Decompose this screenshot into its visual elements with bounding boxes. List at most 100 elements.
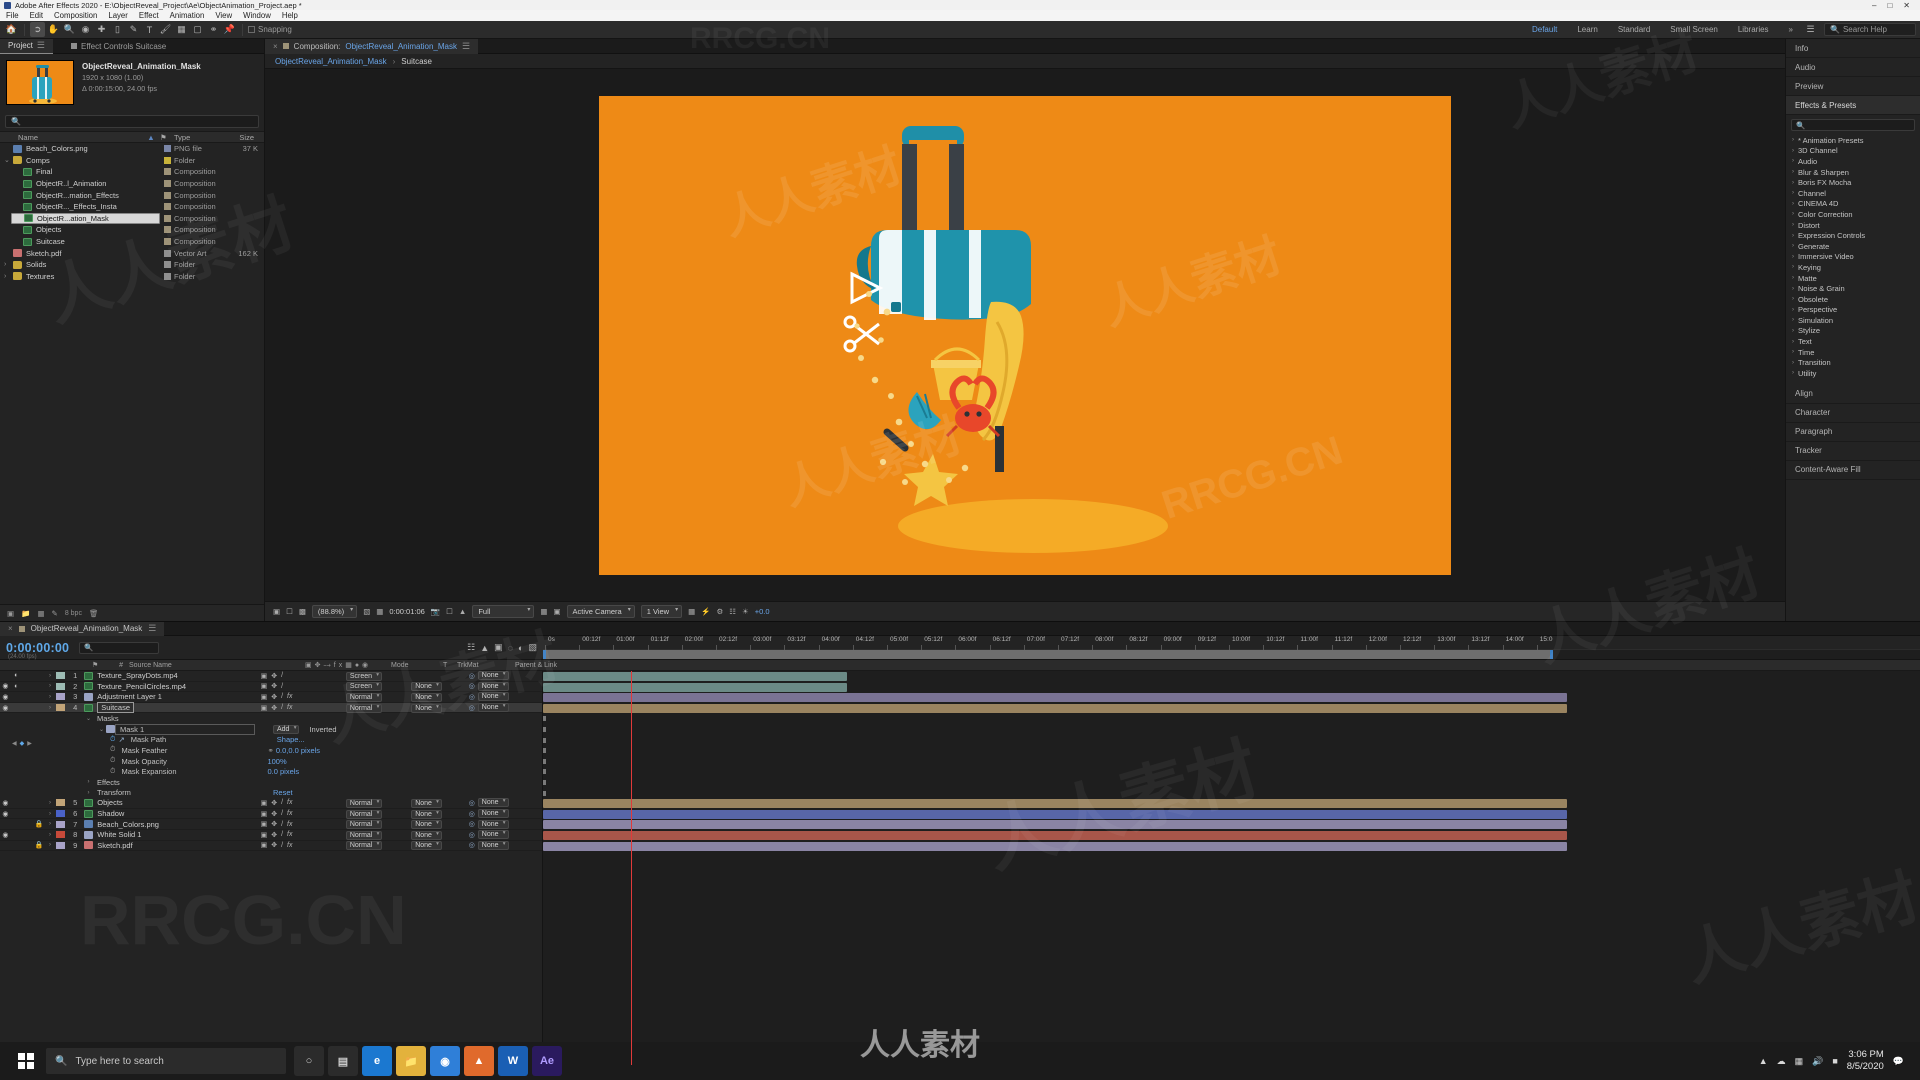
current-time-display[interactable]: 0:00:00:00 bbox=[6, 641, 69, 655]
project-list-item[interactable]: ObjectR...mation_Effects Composition bbox=[0, 189, 264, 201]
visibility-toggle-icon[interactable]: ◉ bbox=[0, 810, 11, 818]
project-item-name[interactable]: Textures bbox=[11, 272, 160, 281]
visibility-toggle-icon[interactable]: ◉ bbox=[0, 682, 11, 690]
roto-brush-tool-icon[interactable]: ⚭ bbox=[206, 22, 221, 37]
project-item-name[interactable]: Solids bbox=[11, 260, 160, 269]
layer-duration-bar[interactable] bbox=[543, 831, 1567, 840]
layer-switches[interactable]: ▣ ✥ / fx bbox=[257, 820, 342, 829]
mask-color-swatch[interactable] bbox=[106, 725, 115, 734]
interpret-footage-icon[interactable]: ▣ bbox=[7, 609, 14, 618]
quality-icon[interactable]: / bbox=[281, 799, 283, 806]
battery-icon[interactable]: ■ bbox=[1832, 1056, 1837, 1066]
draft-3d-icon[interactable]: ▲ bbox=[480, 643, 489, 653]
timeline-layer-row[interactable]: ◐ › 1 Texture_SprayDots.mp4 ▣✥ / Screen ◎None bbox=[0, 671, 542, 682]
hand-tool-icon[interactable]: ✋ bbox=[46, 22, 61, 37]
effects-category-row[interactable]: › Color Correction bbox=[1786, 209, 1920, 220]
tab-timeline[interactable]: × ObjectReveal_Animation_Mask ☰ bbox=[0, 621, 165, 636]
layer-duration-bar[interactable] bbox=[543, 682, 847, 692]
app-icon-orange[interactable]: ▲ bbox=[464, 1046, 494, 1076]
pick-whip-icon[interactable]: ◎ bbox=[469, 799, 475, 807]
fast-previews-icon[interactable]: ⚡ bbox=[701, 607, 710, 616]
file-explorer-icon[interactable]: 📁 bbox=[396, 1046, 426, 1076]
project-list-item[interactable]: ⌄ Comps Folder bbox=[0, 155, 264, 167]
mask-property-row[interactable]: ⏱ Mask Opacity 100% bbox=[0, 756, 542, 767]
effects-category-row[interactable]: › Utility bbox=[1786, 368, 1920, 379]
collapse-transforms-icon[interactable]: ✥ bbox=[271, 799, 277, 807]
twirl-icon[interactable]: › bbox=[46, 811, 55, 817]
twirl-icon[interactable]: ⌄ bbox=[4, 156, 11, 164]
new-composition-icon[interactable]: ▦ bbox=[37, 609, 44, 618]
track-matte-select[interactable]: None bbox=[409, 681, 464, 692]
channel-select-icon[interactable]: ▲ bbox=[459, 607, 466, 616]
menu-item-animation[interactable]: Animation bbox=[170, 11, 205, 20]
puppet-pin-tool-icon[interactable]: 📌 bbox=[222, 22, 237, 37]
type-tool-icon[interactable]: T bbox=[142, 22, 157, 37]
layer-name[interactable]: Shadow bbox=[80, 809, 256, 818]
menu-item-layer[interactable]: Layer bbox=[108, 11, 128, 20]
panel-menu-icon[interactable]: ☰ bbox=[37, 38, 45, 53]
project-list-item[interactable]: Objects Composition bbox=[0, 224, 264, 236]
3d-layer-icon[interactable]: ▣ bbox=[261, 704, 268, 712]
3d-layer-icon[interactable]: ▣ bbox=[261, 831, 268, 839]
exposure-value[interactable]: +0.0 bbox=[755, 607, 770, 616]
workspace-standard[interactable]: Standard bbox=[1608, 21, 1660, 39]
menu-item-file[interactable]: File bbox=[6, 11, 19, 20]
mask-property-row[interactable]: ⏱ Mask Feather ⚭ 0.0,0.0 pixels bbox=[0, 745, 542, 756]
quality-icon[interactable]: / bbox=[281, 821, 283, 828]
quality-icon[interactable]: / bbox=[281, 683, 283, 690]
effects-category-row[interactable]: › Keying bbox=[1786, 262, 1920, 273]
close-tab-icon[interactable]: × bbox=[8, 624, 13, 633]
blend-mode-select[interactable]: Normal bbox=[342, 703, 398, 713]
effects-category-row[interactable]: › Text bbox=[1786, 336, 1920, 347]
workspace-menu-icon[interactable]: ☰ bbox=[1803, 22, 1818, 37]
layer-label-color[interactable] bbox=[54, 693, 67, 701]
help-search-input[interactable]: 🔍 Search Help bbox=[1824, 23, 1916, 36]
chevron-right-icon[interactable]: › bbox=[1792, 137, 1794, 143]
blend-mode-select[interactable]: Normal bbox=[342, 809, 398, 819]
3d-layer-icon[interactable]: ▣ bbox=[261, 841, 268, 849]
column-name[interactable]: Name bbox=[0, 133, 142, 142]
collapse-transforms-icon[interactable]: ✥ bbox=[271, 810, 277, 818]
pick-whip-icon[interactable]: ◎ bbox=[469, 831, 475, 839]
menu-item-view[interactable]: View bbox=[215, 11, 232, 20]
pick-whip-icon[interactable]: ◎ bbox=[469, 810, 475, 818]
parent-link-select[interactable]: ◎ None bbox=[465, 671, 542, 681]
project-search-input[interactable]: 🔍 bbox=[5, 115, 259, 128]
effects-group-row[interactable]: › Effects bbox=[0, 777, 542, 788]
effects-search-input[interactable]: 🔍 bbox=[1791, 119, 1915, 131]
chevron-right-icon[interactable]: › bbox=[1792, 222, 1794, 228]
effects-category-row[interactable]: › Distort bbox=[1786, 220, 1920, 231]
orbit-tool-icon[interactable]: ◉ bbox=[78, 22, 93, 37]
layer-name[interactable]: Sketch.pdf bbox=[80, 841, 256, 850]
layer-duration-bar[interactable] bbox=[543, 672, 847, 681]
effects-icon[interactable]: fx bbox=[287, 799, 292, 806]
views-select[interactable]: 1 View bbox=[640, 605, 683, 618]
blend-mode-select[interactable]: Normal bbox=[342, 840, 398, 851]
workspace-overflow-icon[interactable]: » bbox=[1779, 21, 1803, 39]
3d-layer-icon[interactable]: ▣ bbox=[261, 682, 268, 690]
timeline-search-input[interactable]: 🔍 bbox=[79, 641, 160, 654]
effects-category-row[interactable]: › Stylize bbox=[1786, 326, 1920, 337]
frame-blending-icon[interactable]: ◌ bbox=[508, 643, 513, 653]
show-hidden-icons-icon[interactable]: ▲ bbox=[1759, 1056, 1768, 1066]
chevron-right-icon[interactable]: › bbox=[1792, 328, 1794, 334]
brush-tool-icon[interactable]: 🖌 bbox=[158, 22, 173, 37]
column-type[interactable]: Type bbox=[174, 133, 230, 142]
composition-viewer[interactable]: 人人素材 人人素材 人人素材 RRCG.CN bbox=[599, 95, 1451, 575]
twirl-icon[interactable]: › bbox=[46, 683, 55, 689]
sort-ascending-icon[interactable]: ▲ bbox=[142, 133, 160, 142]
parent-link-select[interactable]: ◎ None bbox=[465, 681, 542, 691]
effects-icon[interactable]: fx bbox=[287, 693, 292, 700]
resolution-select[interactable]: Full bbox=[472, 605, 535, 618]
layer-label-color[interactable] bbox=[54, 831, 67, 839]
task-view-icon[interactable]: ▤ bbox=[328, 1046, 358, 1076]
network-icon[interactable]: ▦ bbox=[1795, 1056, 1804, 1067]
property-value[interactable]: 0.0 pixels bbox=[267, 767, 299, 776]
parent-link-select[interactable]: ◎ None bbox=[465, 830, 542, 840]
3d-renderer-icon[interactable]: ▣ bbox=[553, 607, 560, 616]
mask-name-label[interactable]: Mask 1 bbox=[115, 723, 255, 735]
layer-name[interactable]: White Solid 1 bbox=[80, 830, 256, 839]
visibility-toggle-icon[interactable]: ◉ bbox=[0, 693, 11, 701]
panel-tab-paragraph[interactable]: Paragraph bbox=[1786, 422, 1920, 442]
lock-toggle-icon[interactable]: 🔒 bbox=[33, 841, 46, 849]
